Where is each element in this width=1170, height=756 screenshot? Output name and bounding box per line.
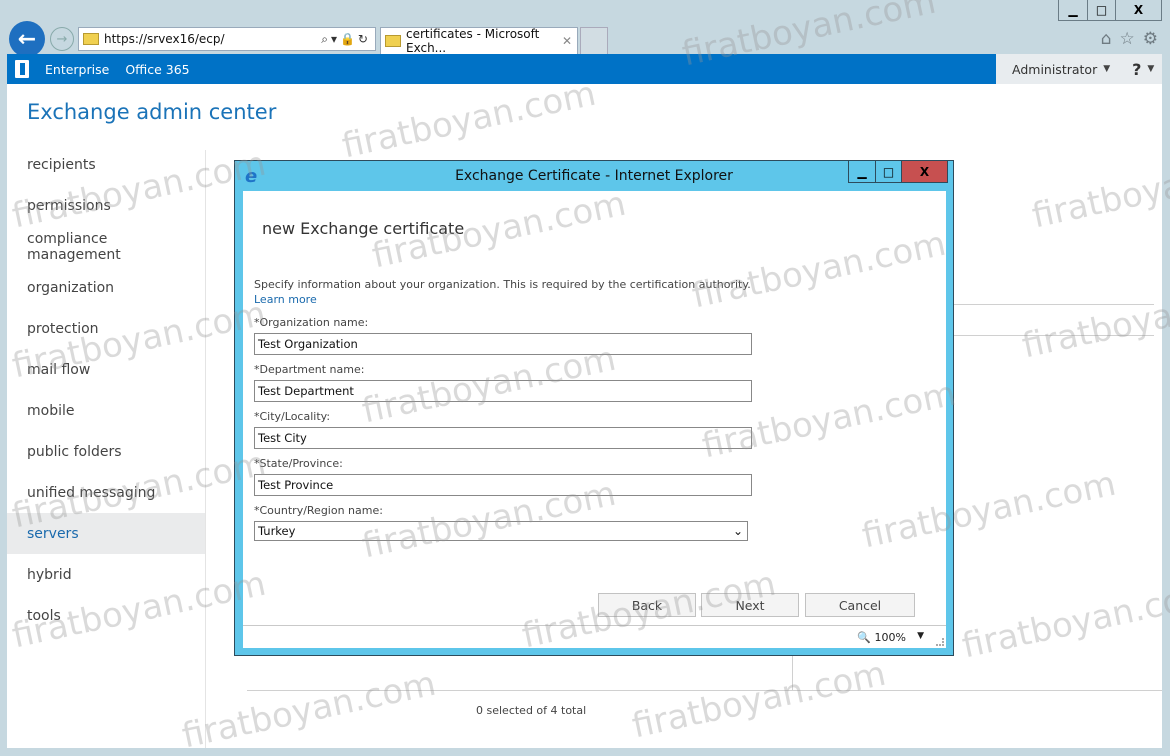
sidebar-item-permissions[interactable]: permissions — [7, 185, 205, 226]
close-icon[interactable]: X — [1115, 0, 1161, 20]
sidebar-item-mail-flow[interactable]: mail flow — [7, 349, 205, 390]
state-label: *State/Province: — [254, 457, 343, 470]
divider — [954, 304, 1154, 305]
page-title: Exchange admin center — [27, 100, 277, 124]
office365-bar: Enterprise Office 365 Administrator ▼ ? … — [7, 54, 1162, 84]
minimize-icon[interactable]: ▁ — [1059, 0, 1087, 20]
dialog-window-title: Exchange Certificate - Internet Explorer — [455, 168, 733, 184]
tab-title: certificates - Microsoft Exch... — [406, 27, 540, 55]
sidebar-item-unified-messaging[interactable]: unified messaging — [7, 472, 205, 513]
divider — [954, 335, 1154, 336]
window-controls: ▁ □ X — [1058, 0, 1162, 21]
back-button[interactable]: Back — [598, 593, 696, 617]
back-button[interactable]: ← — [9, 21, 45, 57]
maximize-icon[interactable]: □ — [1087, 0, 1115, 20]
sidebar-nav: recipients permissions compliance manage… — [7, 144, 205, 636]
enterprise-link[interactable]: Enterprise — [45, 62, 109, 77]
dept-name-input[interactable]: Test Department — [254, 380, 752, 402]
chevron-down-icon[interactable]: ▼ — [917, 631, 924, 641]
country-select-value: Turkey — [258, 524, 296, 538]
address-tools[interactable]: ⌕▾🔒↻ — [321, 32, 375, 47]
site-icon — [83, 33, 99, 45]
site-icon — [385, 35, 401, 47]
zoom-value: 100% — [874, 631, 906, 644]
dialog-status-bar: 🔍 100% ▼ — [243, 625, 946, 648]
sidebar-item-organization[interactable]: organization — [7, 267, 205, 308]
sidebar-item-protection[interactable]: protection — [7, 308, 205, 349]
cancel-button[interactable]: Cancel — [805, 593, 915, 617]
favorites-star-icon[interactable]: ☆ — [1120, 29, 1135, 49]
sidebar-item-compliance-management[interactable]: compliance management — [7, 226, 205, 267]
sidebar-item-recipients[interactable]: recipients — [7, 144, 205, 185]
minimize-icon[interactable]: ▁ — [849, 161, 875, 182]
maximize-icon[interactable]: □ — [875, 161, 901, 182]
org-name-input[interactable]: Test Organization — [254, 333, 752, 355]
office365-link[interactable]: Office 365 — [125, 62, 189, 77]
zoom-icon: 🔍 — [857, 631, 872, 644]
dialog-window-controls: ▁ □ X — [848, 161, 948, 183]
resize-grip-icon[interactable] — [936, 638, 944, 646]
certificate-dialog-window: e Exchange Certificate - Internet Explor… — [234, 160, 954, 656]
divider — [247, 690, 1162, 691]
city-label: *City/Locality: — [254, 410, 331, 423]
selection-status: 0 selected of 4 total — [476, 704, 587, 717]
country-select[interactable]: Turkey ⌄ — [254, 521, 748, 541]
chevron-down-icon[interactable]: ⌄ — [733, 524, 747, 538]
tab-close-icon[interactable]: ✕ — [562, 34, 577, 48]
browser-tab[interactable]: certificates - Microsoft Exch... ✕ — [380, 27, 578, 55]
browser-chrome: ▁ □ X ← → https://srvex16/ecp/ ⌕▾🔒↻ cert… — [0, 0, 1170, 57]
org-name-label: *Organization name: — [254, 316, 369, 329]
learn-more-link[interactable]: Learn more — [254, 293, 317, 306]
chevron-down-icon[interactable]: ▼ — [1147, 64, 1154, 74]
help-icon[interactable]: ? — [1132, 60, 1141, 79]
office-logo-icon[interactable] — [15, 60, 29, 78]
url-text[interactable]: https://srvex16/ecp/ — [104, 32, 225, 46]
dept-name-label: *Department name: — [254, 363, 365, 376]
user-menu[interactable]: Administrator — [1012, 62, 1097, 77]
dialog-body: new Exchange certificate Specify informa… — [243, 191, 946, 625]
sidebar-item-servers[interactable]: servers — [7, 513, 205, 554]
browser-toolbar: ⌂ ☆ ⚙ — [1101, 29, 1158, 49]
nav-divider — [205, 150, 206, 748]
sidebar-item-public-folders[interactable]: public folders — [7, 431, 205, 472]
settings-gear-icon[interactable]: ⚙ — [1143, 29, 1158, 49]
zoom-level[interactable]: 🔍 100% — [857, 631, 906, 644]
sidebar-item-tools[interactable]: tools — [7, 595, 205, 636]
new-tab-button[interactable] — [580, 27, 608, 54]
chevron-down-icon[interactable]: ▼ — [1103, 64, 1110, 74]
close-icon[interactable]: X — [901, 161, 947, 182]
user-area: Administrator ▼ ? ▼ — [996, 54, 1162, 84]
next-button[interactable]: Next — [701, 593, 799, 617]
home-icon[interactable]: ⌂ — [1101, 29, 1112, 49]
country-label: *Country/Region name: — [254, 504, 383, 517]
sidebar-item-mobile[interactable]: mobile — [7, 390, 205, 431]
state-input[interactable]: Test Province — [254, 474, 752, 496]
address-bar[interactable]: https://srvex16/ecp/ ⌕▾🔒↻ — [78, 27, 376, 51]
sidebar-item-hybrid[interactable]: hybrid — [7, 554, 205, 595]
city-input[interactable]: Test City — [254, 427, 752, 449]
forward-button[interactable]: → — [50, 27, 74, 51]
dialog-heading: new Exchange certificate — [262, 219, 465, 238]
divider — [792, 654, 793, 690]
dialog-description: Specify information about your organizat… — [254, 278, 751, 291]
